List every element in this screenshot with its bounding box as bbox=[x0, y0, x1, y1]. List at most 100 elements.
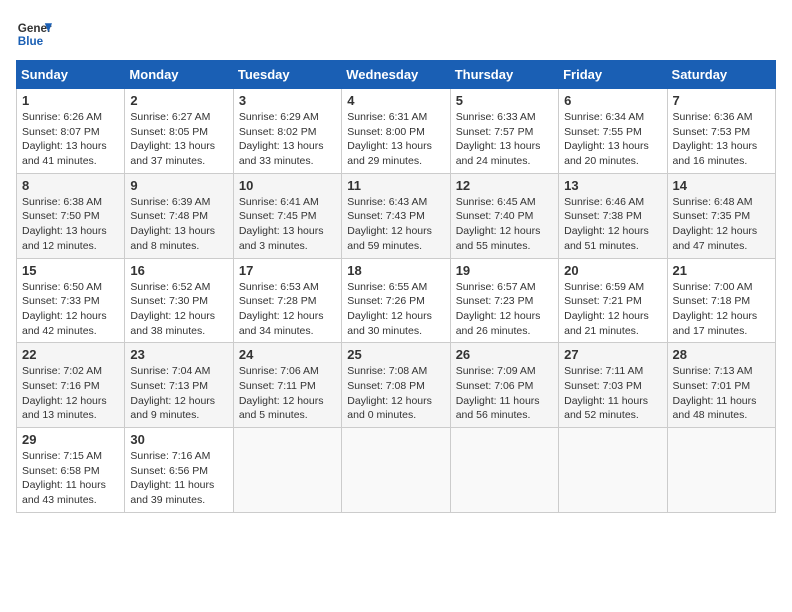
day-info: Sunrise: 6:50 AMSunset: 7:33 PMDaylight:… bbox=[22, 281, 107, 337]
day-info: Sunrise: 6:48 AMSunset: 7:35 PMDaylight:… bbox=[673, 196, 758, 252]
day-number: 3 bbox=[239, 93, 336, 108]
day-info: Sunrise: 6:34 AMSunset: 7:55 PMDaylight:… bbox=[564, 111, 649, 167]
logo: General Blue bbox=[16, 16, 52, 52]
day-number: 6 bbox=[564, 93, 661, 108]
day-info: Sunrise: 6:53 AMSunset: 7:28 PMDaylight:… bbox=[239, 281, 324, 337]
calendar-cell bbox=[450, 428, 558, 513]
day-info: Sunrise: 7:04 AMSunset: 7:13 PMDaylight:… bbox=[130, 365, 215, 421]
day-info: Sunrise: 6:38 AMSunset: 7:50 PMDaylight:… bbox=[22, 196, 107, 252]
day-number: 20 bbox=[564, 263, 661, 278]
weekday-header-saturday: Saturday bbox=[667, 61, 775, 89]
day-info: Sunrise: 7:02 AMSunset: 7:16 PMDaylight:… bbox=[22, 365, 107, 421]
weekday-header-sunday: Sunday bbox=[17, 61, 125, 89]
day-number: 10 bbox=[239, 178, 336, 193]
day-number: 2 bbox=[130, 93, 227, 108]
svg-text:Blue: Blue bbox=[18, 35, 44, 48]
calendar-cell bbox=[559, 428, 667, 513]
day-number: 30 bbox=[130, 432, 227, 447]
calendar-cell: 1 Sunrise: 6:26 AMSunset: 8:07 PMDayligh… bbox=[17, 89, 125, 174]
calendar-cell: 17 Sunrise: 6:53 AMSunset: 7:28 PMDaylig… bbox=[233, 258, 341, 343]
calendar-table: SundayMondayTuesdayWednesdayThursdayFrid… bbox=[16, 60, 776, 513]
calendar-cell bbox=[233, 428, 341, 513]
calendar-cell bbox=[342, 428, 450, 513]
day-info: Sunrise: 7:06 AMSunset: 7:11 PMDaylight:… bbox=[239, 365, 324, 421]
calendar-cell: 30 Sunrise: 7:16 AMSunset: 6:56 PMDaylig… bbox=[125, 428, 233, 513]
calendar-cell: 22 Sunrise: 7:02 AMSunset: 7:16 PMDaylig… bbox=[17, 343, 125, 428]
day-info: Sunrise: 6:55 AMSunset: 7:26 PMDaylight:… bbox=[347, 281, 432, 337]
day-info: Sunrise: 6:45 AMSunset: 7:40 PMDaylight:… bbox=[456, 196, 541, 252]
day-number: 15 bbox=[22, 263, 119, 278]
day-info: Sunrise: 6:29 AMSunset: 8:02 PMDaylight:… bbox=[239, 111, 324, 167]
calendar-cell: 16 Sunrise: 6:52 AMSunset: 7:30 PMDaylig… bbox=[125, 258, 233, 343]
calendar-cell: 24 Sunrise: 7:06 AMSunset: 7:11 PMDaylig… bbox=[233, 343, 341, 428]
day-info: Sunrise: 6:26 AMSunset: 8:07 PMDaylight:… bbox=[22, 111, 107, 167]
day-info: Sunrise: 6:41 AMSunset: 7:45 PMDaylight:… bbox=[239, 196, 324, 252]
day-number: 1 bbox=[22, 93, 119, 108]
day-number: 14 bbox=[673, 178, 770, 193]
calendar-cell: 9 Sunrise: 6:39 AMSunset: 7:48 PMDayligh… bbox=[125, 173, 233, 258]
calendar-row: 8 Sunrise: 6:38 AMSunset: 7:50 PMDayligh… bbox=[17, 173, 776, 258]
calendar-row: 1 Sunrise: 6:26 AMSunset: 8:07 PMDayligh… bbox=[17, 89, 776, 174]
calendar-row: 15 Sunrise: 6:50 AMSunset: 7:33 PMDaylig… bbox=[17, 258, 776, 343]
day-info: Sunrise: 6:43 AMSunset: 7:43 PMDaylight:… bbox=[347, 196, 432, 252]
calendar-cell: 5 Sunrise: 6:33 AMSunset: 7:57 PMDayligh… bbox=[450, 89, 558, 174]
day-number: 4 bbox=[347, 93, 444, 108]
day-number: 9 bbox=[130, 178, 227, 193]
day-info: Sunrise: 7:08 AMSunset: 7:08 PMDaylight:… bbox=[347, 365, 432, 421]
calendar-cell: 23 Sunrise: 7:04 AMSunset: 7:13 PMDaylig… bbox=[125, 343, 233, 428]
calendar-cell: 7 Sunrise: 6:36 AMSunset: 7:53 PMDayligh… bbox=[667, 89, 775, 174]
calendar-cell: 10 Sunrise: 6:41 AMSunset: 7:45 PMDaylig… bbox=[233, 173, 341, 258]
day-number: 21 bbox=[673, 263, 770, 278]
day-number: 26 bbox=[456, 347, 553, 362]
day-number: 7 bbox=[673, 93, 770, 108]
calendar-cell: 8 Sunrise: 6:38 AMSunset: 7:50 PMDayligh… bbox=[17, 173, 125, 258]
day-number: 24 bbox=[239, 347, 336, 362]
day-number: 19 bbox=[456, 263, 553, 278]
weekday-header-wednesday: Wednesday bbox=[342, 61, 450, 89]
calendar-cell: 14 Sunrise: 6:48 AMSunset: 7:35 PMDaylig… bbox=[667, 173, 775, 258]
day-info: Sunrise: 6:52 AMSunset: 7:30 PMDaylight:… bbox=[130, 281, 215, 337]
day-info: Sunrise: 6:36 AMSunset: 7:53 PMDaylight:… bbox=[673, 111, 758, 167]
day-number: 5 bbox=[456, 93, 553, 108]
calendar-cell: 26 Sunrise: 7:09 AMSunset: 7:06 PMDaylig… bbox=[450, 343, 558, 428]
day-number: 25 bbox=[347, 347, 444, 362]
calendar-cell: 18 Sunrise: 6:55 AMSunset: 7:26 PMDaylig… bbox=[342, 258, 450, 343]
day-info: Sunrise: 7:09 AMSunset: 7:06 PMDaylight:… bbox=[456, 365, 540, 421]
day-info: Sunrise: 7:16 AMSunset: 6:56 PMDaylight:… bbox=[130, 450, 214, 506]
day-number: 17 bbox=[239, 263, 336, 278]
calendar-cell: 4 Sunrise: 6:31 AMSunset: 8:00 PMDayligh… bbox=[342, 89, 450, 174]
day-info: Sunrise: 7:11 AMSunset: 7:03 PMDaylight:… bbox=[564, 365, 648, 421]
calendar-row: 29 Sunrise: 7:15 AMSunset: 6:58 PMDaylig… bbox=[17, 428, 776, 513]
day-info: Sunrise: 6:59 AMSunset: 7:21 PMDaylight:… bbox=[564, 281, 649, 337]
day-info: Sunrise: 6:33 AMSunset: 7:57 PMDaylight:… bbox=[456, 111, 541, 167]
calendar-cell: 29 Sunrise: 7:15 AMSunset: 6:58 PMDaylig… bbox=[17, 428, 125, 513]
calendar-cell: 6 Sunrise: 6:34 AMSunset: 7:55 PMDayligh… bbox=[559, 89, 667, 174]
calendar-cell: 27 Sunrise: 7:11 AMSunset: 7:03 PMDaylig… bbox=[559, 343, 667, 428]
day-number: 18 bbox=[347, 263, 444, 278]
calendar-cell: 3 Sunrise: 6:29 AMSunset: 8:02 PMDayligh… bbox=[233, 89, 341, 174]
calendar-cell bbox=[667, 428, 775, 513]
weekday-header-monday: Monday bbox=[125, 61, 233, 89]
day-number: 29 bbox=[22, 432, 119, 447]
day-number: 13 bbox=[564, 178, 661, 193]
day-number: 22 bbox=[22, 347, 119, 362]
calendar-cell: 2 Sunrise: 6:27 AMSunset: 8:05 PMDayligh… bbox=[125, 89, 233, 174]
calendar-cell: 28 Sunrise: 7:13 AMSunset: 7:01 PMDaylig… bbox=[667, 343, 775, 428]
day-info: Sunrise: 6:57 AMSunset: 7:23 PMDaylight:… bbox=[456, 281, 541, 337]
calendar-cell: 21 Sunrise: 7:00 AMSunset: 7:18 PMDaylig… bbox=[667, 258, 775, 343]
day-number: 23 bbox=[130, 347, 227, 362]
day-number: 11 bbox=[347, 178, 444, 193]
day-info: Sunrise: 6:39 AMSunset: 7:48 PMDaylight:… bbox=[130, 196, 215, 252]
calendar-cell: 12 Sunrise: 6:45 AMSunset: 7:40 PMDaylig… bbox=[450, 173, 558, 258]
weekday-header-friday: Friday bbox=[559, 61, 667, 89]
day-number: 27 bbox=[564, 347, 661, 362]
weekday-header-tuesday: Tuesday bbox=[233, 61, 341, 89]
day-info: Sunrise: 6:31 AMSunset: 8:00 PMDaylight:… bbox=[347, 111, 432, 167]
calendar-cell: 11 Sunrise: 6:43 AMSunset: 7:43 PMDaylig… bbox=[342, 173, 450, 258]
calendar-cell: 15 Sunrise: 6:50 AMSunset: 7:33 PMDaylig… bbox=[17, 258, 125, 343]
calendar-row: 22 Sunrise: 7:02 AMSunset: 7:16 PMDaylig… bbox=[17, 343, 776, 428]
calendar-cell: 19 Sunrise: 6:57 AMSunset: 7:23 PMDaylig… bbox=[450, 258, 558, 343]
weekday-header-thursday: Thursday bbox=[450, 61, 558, 89]
calendar-cell: 13 Sunrise: 6:46 AMSunset: 7:38 PMDaylig… bbox=[559, 173, 667, 258]
day-info: Sunrise: 7:00 AMSunset: 7:18 PMDaylight:… bbox=[673, 281, 758, 337]
